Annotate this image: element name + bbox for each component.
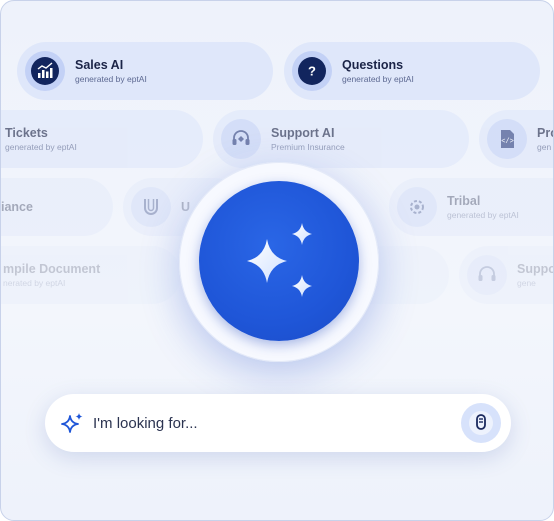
card-subtitle: gene	[517, 277, 536, 288]
card-subtitle: gen	[537, 141, 552, 152]
card-title: iance	[1, 199, 33, 214]
sparkles-icon	[247, 223, 312, 297]
card-subtitle: nerated by eptAI	[3, 277, 66, 288]
card-title: Support AI	[271, 125, 335, 140]
card-title: Tribal	[447, 193, 481, 208]
search-placeholder: I'm looking for...	[93, 414, 198, 432]
card-questions[interactable]: ? Questions generated by eptAI	[284, 42, 540, 100]
card-title: mpile Document	[3, 261, 101, 276]
svg-text:?: ?	[308, 64, 316, 79]
microphone-icon	[469, 411, 493, 435]
card-title: Pro	[537, 125, 553, 140]
card-subtitle: generated by eptAI	[447, 209, 519, 220]
card-subtitle: generated by eptAI	[342, 73, 414, 84]
card-title: Tickets	[5, 125, 48, 140]
app-frame: Sales AI generated by eptAI ? Questions …	[0, 0, 554, 521]
svg-text:</>: </>	[501, 138, 514, 146]
card-tribal[interactable]: Tribal generated by eptAI	[389, 178, 553, 236]
gear-icon	[397, 187, 437, 227]
sparkle-icon	[61, 413, 83, 433]
card-title: Sales AI	[75, 57, 124, 72]
search-bar[interactable]: I'm looking for...	[45, 394, 511, 452]
card-compliance[interactable]: iance	[1, 178, 113, 236]
question-icon: ?	[292, 51, 332, 91]
card-pro[interactable]: </> Pro gen	[479, 110, 553, 168]
code-document-icon: </>	[487, 119, 527, 159]
chart-growth-icon	[25, 51, 65, 91]
card-title: Questions	[342, 57, 404, 72]
card-subtitle: generated by eptAI	[75, 73, 147, 84]
microphone-button[interactable]	[461, 403, 501, 443]
ai-orb-button[interactable]	[199, 181, 359, 341]
card-support-faded[interactable]: Suppo gene	[459, 246, 554, 304]
card-sales-ai[interactable]: Sales AI generated by eptAI	[17, 42, 273, 100]
headset-icon	[467, 255, 507, 295]
card-subtitle: generated by eptAI	[5, 141, 77, 152]
card-title: Suppo	[517, 261, 554, 276]
card-tickets[interactable]: Tickets generated by eptAI	[1, 110, 203, 168]
